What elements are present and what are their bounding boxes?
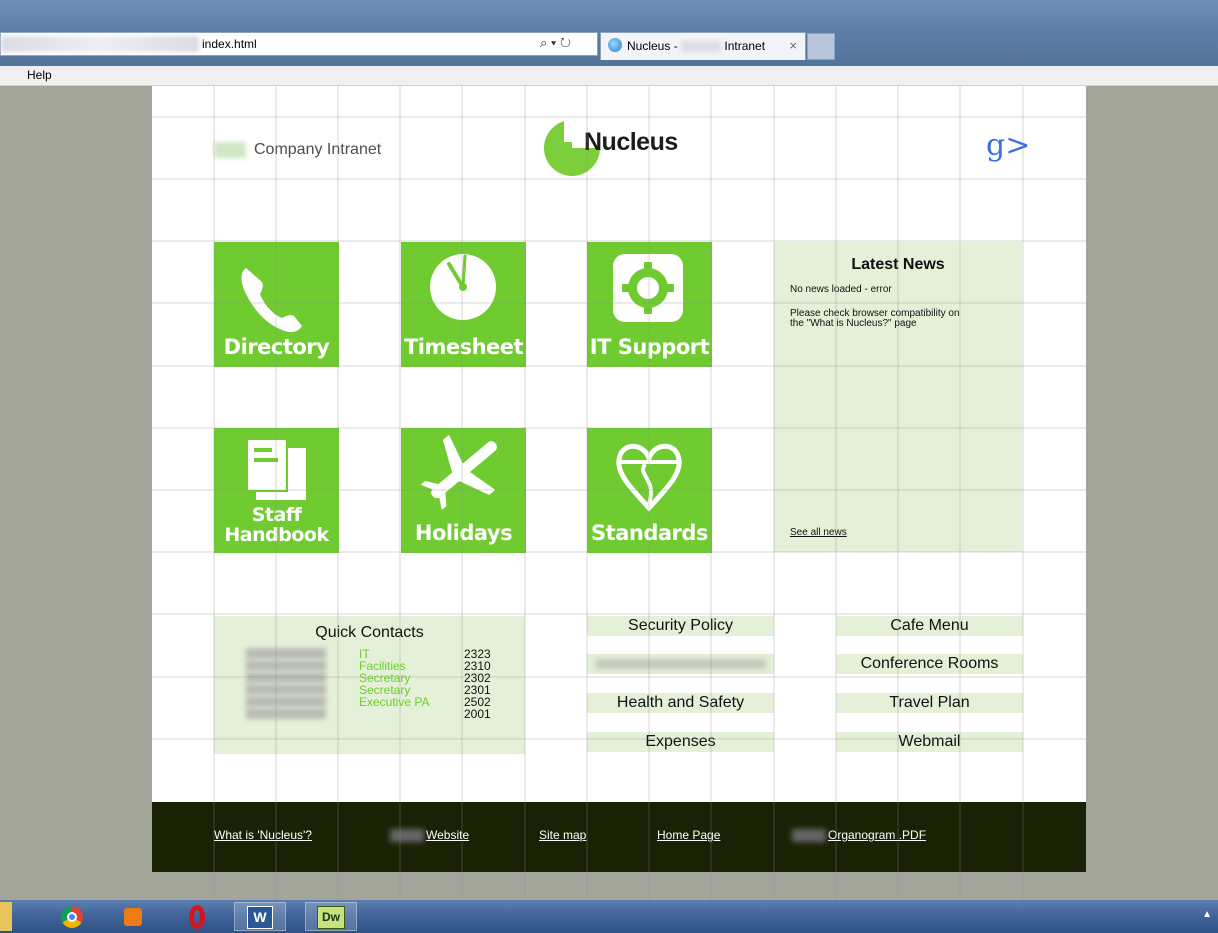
intranet-page: Company Intranet Nucleus g> Directory Ti… <box>152 86 1086 872</box>
organogram-link[interactable]: Organogram .PDF <box>792 828 926 843</box>
news-hint-line2: the "What is Nucleus?" page <box>790 318 917 329</box>
address-bar[interactable]: index.html ⌕ ▾ ↻ <box>0 32 598 56</box>
opera-taskbar-icon[interactable] <box>182 902 216 931</box>
expenses-link[interactable]: Expenses <box>587 732 774 752</box>
page-header: Company Intranet Nucleus g> <box>152 86 1086 181</box>
tile-label: Directory <box>223 335 330 359</box>
redacted-name <box>246 672 326 683</box>
search-refresh-icon[interactable]: ⌕ ▾ ↻ <box>540 35 571 51</box>
company-label: Company Intranet <box>214 141 381 159</box>
new-tab-button[interactable] <box>807 33 835 60</box>
redacted-name <box>246 660 326 671</box>
news-title: Latest News <box>851 256 945 273</box>
health-safety-link[interactable]: Health and Safety <box>587 693 774 713</box>
windows-taskbar: W Dw ▲ <box>0 900 1218 933</box>
tile-standards[interactable]: Standards <box>587 428 712 553</box>
google-plus-icon[interactable]: g> <box>986 128 1030 163</box>
redacted-company-name <box>214 141 246 158</box>
redacted-name <box>246 684 326 695</box>
home-page-link[interactable]: Home Page <box>657 828 720 842</box>
tray-arrow-icon[interactable]: ▲ <box>1202 909 1212 920</box>
redacted-link[interactable] <box>587 654 774 674</box>
address-url: index.html <box>202 37 257 51</box>
cafe-menu-link[interactable]: Cafe Menu <box>836 616 1023 636</box>
page-footer: What is 'Nucleus'? Website Site map Home… <box>152 802 1086 872</box>
tile-holidays[interactable]: Holidays <box>401 428 526 553</box>
tile-label: Timesheet <box>403 335 524 359</box>
tile-label: Holidays <box>414 521 513 545</box>
conference-rooms-link[interactable]: Conference Rooms <box>836 654 1023 674</box>
menu-help[interactable]: Help <box>27 68 52 82</box>
ie-icon <box>608 38 622 52</box>
travel-plan-link[interactable]: Travel Plan <box>836 693 1023 713</box>
browser-tab[interactable]: Nucleus - Intranet × <box>600 32 806 60</box>
redacted-name <box>246 708 326 719</box>
see-all-news-link[interactable]: See all news <box>790 527 847 538</box>
what-is-nucleus-link[interactable]: What is 'Nucleus'? <box>214 828 312 842</box>
webmail-link[interactable]: Webmail <box>836 732 1023 752</box>
media-player-taskbar-icon[interactable] <box>118 902 148 931</box>
word-taskbar-icon[interactable]: W <box>234 902 286 931</box>
tab-title: Nucleus - Intranet <box>627 39 766 53</box>
tile-directory[interactable]: Directory <box>214 242 339 367</box>
latest-news-panel: Latest News No news loaded - error Pleas… <box>774 242 1022 552</box>
tile-timesheet[interactable]: Timesheet <box>401 242 526 367</box>
browser-titlebar: index.html ⌕ ▾ ↻ Nucleus - Intranet × <box>0 0 1218 66</box>
redacted-name <box>246 648 326 659</box>
security-policy-link[interactable]: Security Policy <box>587 616 774 636</box>
website-link[interactable]: Website <box>390 828 469 843</box>
close-icon[interactable]: × <box>789 38 797 53</box>
tile-label: IT Support <box>589 335 710 359</box>
tile-it-support[interactable]: IT Support <box>587 242 712 367</box>
site-map-link[interactable]: Site map <box>539 828 586 842</box>
quick-contacts-panel: Quick Contacts IT 2323 Facilities 2310 S… <box>214 616 525 754</box>
brand-name: Nucleus <box>584 128 678 156</box>
redacted-name <box>246 696 326 707</box>
nucleus-logo: Nucleus <box>542 118 702 176</box>
dreamweaver-taskbar-icon[interactable]: Dw <box>305 902 357 931</box>
quick-contacts-title: Quick Contacts <box>315 624 424 641</box>
tile-label: Staff Handbook <box>224 504 329 546</box>
chrome-taskbar-icon[interactable] <box>56 902 88 931</box>
tile-staff-handbook[interactable]: Staff Handbook <box>214 428 339 553</box>
menu-bar: Help <box>0 66 1218 86</box>
redacted-text <box>681 41 722 53</box>
explorer-taskbar-icon[interactable] <box>0 902 12 931</box>
redacted-url-prefix <box>1 36 199 52</box>
tile-label: Standards <box>591 521 708 545</box>
news-message: No news loaded - error <box>790 284 892 295</box>
